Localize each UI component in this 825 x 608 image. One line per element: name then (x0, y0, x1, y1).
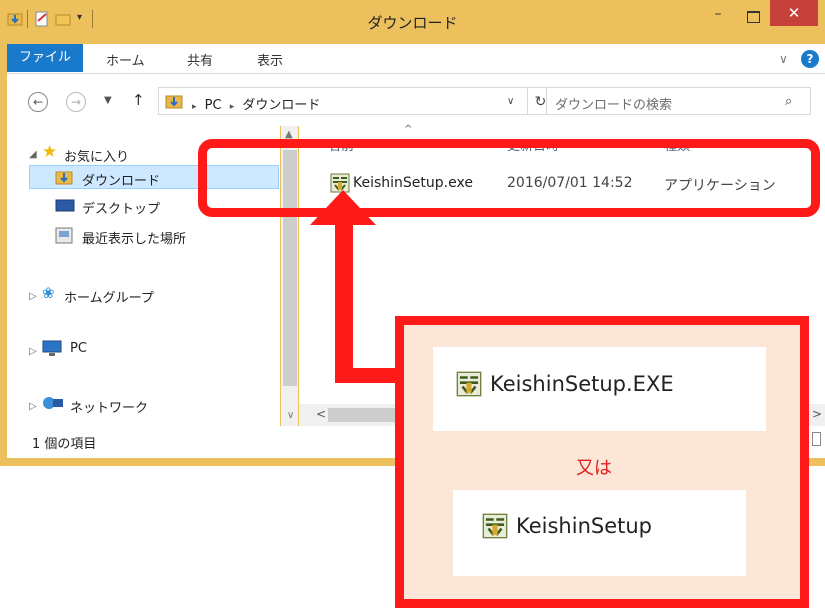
search-icon[interactable]: ⌕ (785, 94, 792, 109)
breadcrumb-separator: ▸ (192, 102, 197, 112)
network-icon (43, 397, 63, 409)
chevron-down-icon[interactable]: ∨ (779, 52, 788, 66)
maximize-button[interactable] (738, 6, 766, 30)
nav-item-downloads[interactable]: ダウンロード (82, 170, 160, 189)
arrow-pointer-icon (310, 190, 395, 383)
close-button[interactable]: ✕ (770, 0, 818, 26)
tab-view[interactable]: 表示 (257, 50, 283, 69)
scroll-right-icon[interactable]: > (812, 407, 822, 421)
breadcrumb: ▸ PC ▸ ダウンロード (192, 94, 320, 113)
pc-icon (42, 340, 62, 356)
nav-item-recent[interactable]: 最近表示した場所 (82, 228, 186, 247)
help-icon[interactable]: ? (801, 50, 819, 68)
homegroup-icon: ❀ (42, 284, 55, 302)
breadcrumb-separator: ▸ (229, 102, 235, 112)
item-count: 1 個の項目 (32, 437, 97, 452)
tab-share[interactable]: 共有 (187, 50, 213, 69)
expand-homegroup-icon[interactable]: ▷ (29, 291, 37, 302)
nav-item-pc[interactable]: PC (70, 341, 87, 356)
tab-file[interactable]: ファイル (7, 44, 83, 72)
desktop-icon (55, 199, 75, 212)
forward-button[interactable]: → (66, 92, 86, 112)
filename-option-plain: KeishinSetup (516, 514, 652, 538)
expand-network-icon[interactable]: ▷ (29, 401, 37, 412)
star-icon: ★ (42, 142, 58, 162)
filename-option-exe: KeishinSetup.EXE (490, 372, 674, 396)
highlight-box (198, 139, 820, 217)
scroll-left-icon[interactable]: < (316, 407, 326, 421)
up-arrow-icon[interactable]: ↑ (132, 91, 145, 109)
expand-favorites-icon[interactable]: ◢ (29, 149, 37, 160)
or-label: 又は (576, 458, 612, 479)
breadcrumb-pc[interactable]: PC (205, 98, 222, 113)
details-view-icon[interactable] (812, 432, 821, 446)
breadcrumb-downloads[interactable]: ダウンロード (242, 98, 320, 113)
setup-app-icon (456, 371, 482, 397)
expand-pc-icon[interactable]: ▷ (29, 346, 37, 357)
scroll-down-icon[interactable]: ∨ (287, 410, 294, 421)
nav-item-network[interactable]: ネットワーク (70, 397, 148, 416)
nav-item-homegroup[interactable]: ホームグループ (64, 287, 154, 306)
window-title: ダウンロード (367, 14, 458, 32)
setup-app-icon (482, 513, 508, 539)
downloads-folder-icon (55, 171, 73, 185)
downloads-folder-icon (165, 95, 183, 109)
recent-places-icon (55, 227, 73, 244)
minimize-button[interactable]: – (704, 6, 732, 30)
address-dropdown-icon[interactable]: ∨ (507, 96, 514, 107)
nav-item-desktop[interactable]: デスクトップ (82, 198, 160, 217)
back-button[interactable]: ← (28, 92, 48, 112)
search-placeholder: ダウンロードの検索 (555, 98, 673, 113)
nav-item-favorites[interactable]: お気に入り (64, 146, 129, 165)
sort-ascending-icon: ^ (404, 124, 413, 135)
tab-home[interactable]: ホーム (106, 50, 145, 69)
recent-locations-chevron-icon[interactable]: ▼ (104, 95, 112, 106)
maximize-icon (747, 11, 760, 23)
